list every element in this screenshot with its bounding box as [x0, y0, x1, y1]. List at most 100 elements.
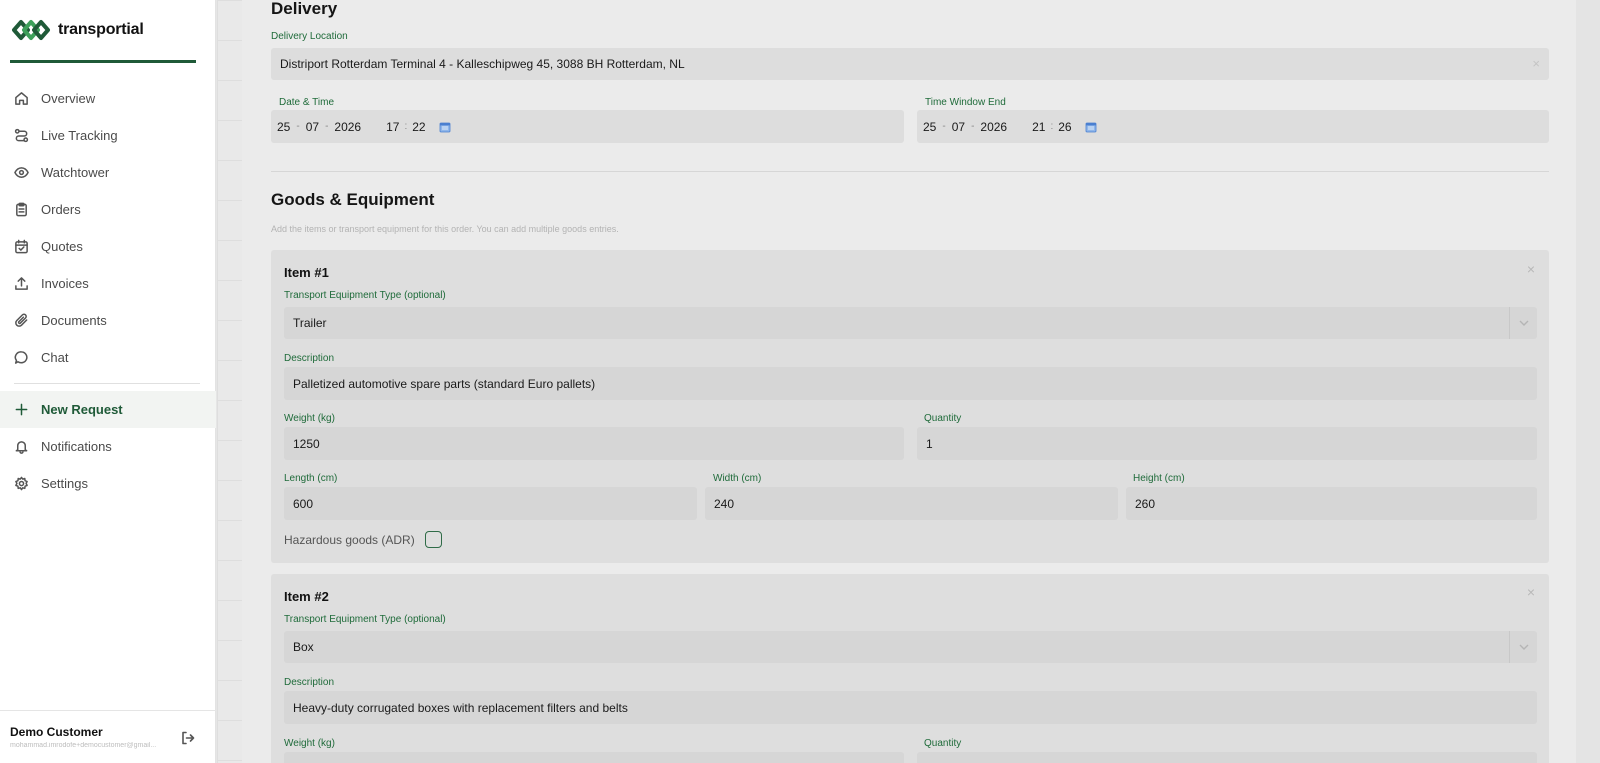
- hazardous-row: Hazardous goods (ADR): [284, 531, 442, 548]
- end-time-minute[interactable]: 26: [1058, 120, 1071, 134]
- remove-item-icon[interactable]: ×: [1527, 261, 1535, 277]
- sidebar-item-chat[interactable]: Chat: [0, 339, 216, 376]
- delivery-location-input[interactable]: Distriport Rotterdam Terminal 4 - Kalles…: [271, 48, 1549, 80]
- end-date-day[interactable]: 25: [923, 120, 936, 134]
- quantity-input[interactable]: 1: [917, 427, 1537, 460]
- goods-help-text: Add the items or transport equipment for…: [271, 224, 619, 234]
- equipment-type-select[interactable]: Trailer: [284, 307, 1537, 339]
- date-day[interactable]: 25: [277, 120, 290, 134]
- date-month[interactable]: 07: [306, 120, 319, 134]
- description-value: Heavy-duty corrugated boxes with replace…: [293, 700, 628, 715]
- bell-icon: [15, 441, 28, 454]
- time-hour[interactable]: 17: [386, 120, 399, 134]
- logout-icon[interactable]: [180, 730, 196, 746]
- sidebar-item-orders[interactable]: Orders: [0, 191, 216, 228]
- logo-mark-icon: [12, 20, 50, 40]
- sidebar-item-label: Documents: [41, 313, 107, 328]
- date-time-label: Date & Time: [279, 97, 335, 108]
- end-date-year[interactable]: 2026: [980, 120, 1007, 134]
- brand-logo[interactable]: transportial: [10, 18, 144, 42]
- sidebar-item-label: New Request: [41, 402, 123, 417]
- sidebar: transportial Overview Live Tracking Watc…: [0, 0, 216, 763]
- sidebar-item-invoices[interactable]: Invoices: [0, 265, 216, 302]
- length-input[interactable]: 600: [284, 487, 697, 520]
- sidebar-item-new-request[interactable]: New Request: [0, 391, 216, 428]
- calendar-icon[interactable]: [439, 121, 451, 133]
- width-input[interactable]: 240: [705, 487, 1118, 520]
- scroll-track[interactable]: [1576, 0, 1600, 763]
- upload-icon: [15, 277, 28, 290]
- sidebar-item-documents[interactable]: Documents: [0, 302, 216, 339]
- equipment-type-label: Transport Equipment Type (optional): [284, 290, 446, 301]
- nav-divider: [14, 383, 200, 384]
- sidebar-item-label: Quotes: [41, 239, 83, 254]
- equipment-type-select[interactable]: Box: [284, 631, 1537, 663]
- paperclip-icon: [15, 313, 28, 327]
- calendar-check-icon: [15, 239, 28, 254]
- weight-input[interactable]: [284, 752, 904, 763]
- chevron-down-icon: [1509, 307, 1537, 339]
- sidebar-item-label: Chat: [41, 350, 69, 365]
- remove-item-icon[interactable]: ×: [1527, 584, 1535, 600]
- weight-label: Weight (kg): [284, 413, 335, 424]
- sidebar-item-overview[interactable]: Overview: [0, 80, 216, 117]
- time-minute[interactable]: 22: [412, 120, 425, 134]
- time-window-end-label: Time Window End: [925, 97, 1006, 108]
- hazardous-checkbox[interactable]: [424, 531, 442, 548]
- weight-input[interactable]: 1250: [284, 427, 904, 460]
- equipment-type-value: Box: [293, 640, 314, 654]
- sidebar-item-label: Notifications: [41, 439, 112, 454]
- sidebar-item-notifications[interactable]: Notifications: [0, 428, 216, 465]
- quantity-label: Quantity: [924, 738, 962, 749]
- sidebar-item-label: Invoices: [41, 276, 89, 291]
- calendar-icon[interactable]: [1085, 121, 1097, 133]
- sidebar-item-settings[interactable]: Settings: [0, 465, 216, 502]
- width-value: 240: [714, 496, 735, 511]
- date-year[interactable]: 2026: [334, 120, 361, 134]
- description-input[interactable]: Heavy-duty corrugated boxes with replace…: [284, 691, 1537, 724]
- description-value: Palletized automotive spare parts (stand…: [293, 376, 596, 391]
- sidebar-item-label: Orders: [41, 202, 81, 217]
- section-divider: [271, 171, 1549, 172]
- brand-name: transportial: [58, 21, 144, 38]
- quantity-input[interactable]: [917, 752, 1537, 763]
- delivery-location-label: Delivery Location: [271, 31, 348, 42]
- length-value: 600: [293, 496, 314, 511]
- equipment-type-value: Trailer: [293, 316, 327, 330]
- height-label: Height (cm): [1133, 473, 1185, 484]
- chat-bubble-icon: [14, 351, 28, 364]
- delivery-heading: Delivery: [271, 0, 338, 18]
- plus-icon: [15, 403, 28, 416]
- user-name: Demo Customer: [10, 725, 103, 739]
- sidebar-item-label: Watchtower: [41, 165, 110, 180]
- home-icon: [15, 92, 28, 105]
- goods-item-2: Item #2 × Transport Equipment Type (opti…: [271, 574, 1549, 763]
- weight-value: 1250: [293, 436, 320, 451]
- date-time-input[interactable]: 25- 07- 2026 17: 22: [271, 110, 904, 143]
- height-value: 260: [1135, 496, 1156, 511]
- description-input[interactable]: Palletized automotive spare parts (stand…: [284, 367, 1537, 400]
- goods-heading: Goods & Equipment: [271, 190, 435, 209]
- sidebar-item-watchtower[interactable]: Watchtower: [0, 154, 216, 191]
- description-label: Description: [284, 353, 335, 364]
- sidebar-item-label: Settings: [41, 476, 88, 491]
- time-window-end-input[interactable]: 25- 07- 2026 21: 26: [917, 110, 1549, 143]
- sidebar-item-live-tracking[interactable]: Live Tracking: [0, 117, 216, 154]
- end-time-hour[interactable]: 21: [1032, 120, 1045, 134]
- sidebar-item-label: Live Tracking: [41, 128, 118, 143]
- hazardous-label: Hazardous goods (ADR): [284, 532, 415, 547]
- end-date-month[interactable]: 07: [952, 120, 965, 134]
- height-input[interactable]: 260: [1126, 487, 1537, 520]
- equipment-type-label: Transport Equipment Type (optional): [284, 614, 446, 625]
- clear-location-icon[interactable]: ×: [1532, 56, 1540, 71]
- description-label: Description: [284, 677, 335, 688]
- sidebar-nav: Overview Live Tracking Watchtower Orders…: [0, 80, 216, 502]
- delivery-location-value: Distriport Rotterdam Terminal 4 - Kalles…: [280, 57, 685, 71]
- logo-underline: [10, 60, 196, 63]
- clipboard-icon: [16, 202, 27, 217]
- sidebar-item-quotes[interactable]: Quotes: [0, 228, 216, 265]
- quantity-value: 1: [926, 436, 933, 451]
- length-label: Length (cm): [284, 473, 338, 484]
- goods-item-1: Item #1 × Transport Equipment Type (opti…: [271, 250, 1549, 563]
- route-icon: [14, 128, 29, 143]
